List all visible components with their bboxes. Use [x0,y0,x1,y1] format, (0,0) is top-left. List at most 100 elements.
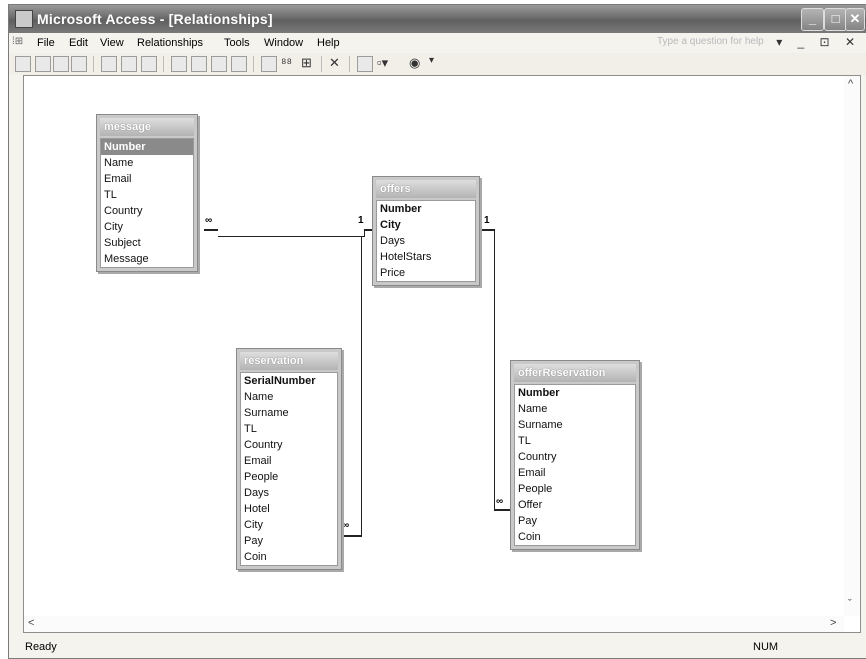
field-item[interactable]: Days [377,233,475,249]
relationship-line[interactable] [364,230,365,237]
field-item[interactable]: Days [241,485,337,501]
table-offers[interactable]: offers Number City Days HotelStars Price [372,176,480,286]
field-item[interactable]: Email [515,465,635,481]
field-item[interactable]: Coin [515,529,635,545]
relationship-line[interactable] [204,229,218,231]
field-item[interactable]: Country [515,449,635,465]
field-item[interactable]: TL [515,433,635,449]
table-reservation[interactable]: reservation SerialNumber Name Surname TL… [236,348,342,570]
table-header[interactable]: offers [376,180,476,198]
menu-help[interactable]: Help [317,37,340,49]
menu-edit[interactable]: Edit [69,37,88,49]
field-item[interactable]: City [377,217,475,233]
open-icon[interactable] [35,56,51,72]
save-icon[interactable] [53,56,69,72]
relationship-line[interactable] [361,237,362,535]
relationship-line[interactable] [218,236,364,237]
num-lock-indicator: NUM [753,641,779,653]
direct-relationships-icon[interactable]: ⁸⁸ [281,55,292,70]
all-relationships-icon[interactable]: ⊞ [301,55,312,71]
field-item[interactable]: TL [241,421,337,437]
field-item[interactable]: People [241,469,337,485]
field-item[interactable]: Number [101,139,193,155]
database-window-icon[interactable] [357,56,373,72]
help-icon[interactable]: ◉ [409,55,420,71]
toolbar-separator [93,56,94,72]
relationship-line[interactable] [494,509,510,511]
field-item[interactable]: Country [241,437,337,453]
field-item[interactable]: Name [515,401,635,417]
menu-relationships[interactable]: Relationships [137,37,203,49]
field-list: SerialNumber Name Surname TL Country Ema… [240,372,338,566]
field-item[interactable]: Name [241,389,337,405]
field-item[interactable]: Email [241,453,337,469]
table-message[interactable]: message Number Name Email TL Country Cit… [96,114,198,272]
menu-view[interactable]: View [100,37,124,49]
cut-icon[interactable] [171,56,187,72]
toolbar-options-icon[interactable]: ▾ [429,55,434,66]
field-item[interactable]: Coin [241,549,337,565]
scroll-right-icon[interactable]: > [830,617,836,629]
copy-icon[interactable] [191,56,207,72]
field-item[interactable]: Surname [241,405,337,421]
relationship-line[interactable] [342,535,362,537]
toolbar-separator [253,56,254,72]
relationship-line[interactable] [494,229,495,509]
maximize-button[interactable]: □ [824,8,847,31]
field-list: Number City Days HotelStars Price [376,200,476,282]
relationship-line[interactable] [480,229,494,231]
undo-icon[interactable] [231,56,247,72]
field-item[interactable]: Hotel [241,501,337,517]
menu-file[interactable]: File [37,37,55,49]
field-item[interactable]: TL [101,187,193,203]
field-item[interactable]: City [101,219,193,235]
relationships-canvas[interactable]: ∞ 1 1 ∞ ∞ message Number Name Email TL C… [23,75,861,633]
preview-icon[interactable] [121,56,137,72]
minimize-button[interactable]: _ [801,8,824,31]
field-item[interactable]: Number [377,201,475,217]
menu-bar: ⁞⊞ File Edit View Relationships Tools Wi… [9,33,866,53]
access-app-icon [15,10,33,28]
help-search-input[interactable]: Type a question for help [657,36,777,50]
field-item[interactable]: Surname [515,417,635,433]
field-item[interactable]: Subject [101,235,193,251]
table-offerreservation[interactable]: offerReservation Number Name Surname TL … [510,360,640,550]
search-icon[interactable] [71,56,87,72]
table-header[interactable]: message [100,118,194,136]
status-text: Ready [25,641,57,653]
close-button[interactable]: ✕ [845,8,865,31]
scroll-left-icon[interactable]: < [28,617,34,629]
field-item[interactable]: Name [101,155,193,171]
field-item[interactable]: People [515,481,635,497]
spelling-icon[interactable] [141,56,157,72]
scroll-down-icon[interactable]: ˇ [848,598,852,610]
field-item[interactable]: City [241,517,337,533]
field-item[interactable]: HotelStars [377,249,475,265]
document-window-controls[interactable]: ▾ _ ⊡ ✕ [776,35,861,49]
field-item[interactable]: Pay [241,533,337,549]
access-window: Microsoft Access - [Relationships] _ □ ✕… [8,4,866,659]
paste-icon[interactable] [211,56,227,72]
show-table-icon[interactable] [261,56,277,72]
new-object-icon[interactable]: ▫▾ [377,55,388,71]
field-item[interactable]: Offer [515,497,635,513]
delete-icon[interactable]: ✕ [329,55,340,71]
field-item[interactable]: Email [101,171,193,187]
horizontal-scrollbar[interactable]: < > [24,616,844,632]
vertical-scrollbar[interactable]: ^ ˇ [844,76,860,616]
table-header[interactable]: offerReservation [514,364,636,382]
field-item[interactable]: Number [515,385,635,401]
title-bar: Microsoft Access - [Relationships] _ □ ✕ [9,5,866,33]
menu-window[interactable]: Window [264,37,303,49]
field-item[interactable]: Price [377,265,475,281]
table-header[interactable]: reservation [240,352,338,370]
menu-tools[interactable]: Tools [224,37,250,49]
new-icon[interactable] [15,56,31,72]
field-item[interactable]: Pay [515,513,635,529]
relationship-line[interactable] [364,229,372,231]
field-item[interactable]: SerialNumber [241,373,337,389]
field-item[interactable]: Message [101,251,193,267]
print-icon[interactable] [101,56,117,72]
field-item[interactable]: Country [101,203,193,219]
scroll-up-icon[interactable]: ^ [848,78,853,90]
